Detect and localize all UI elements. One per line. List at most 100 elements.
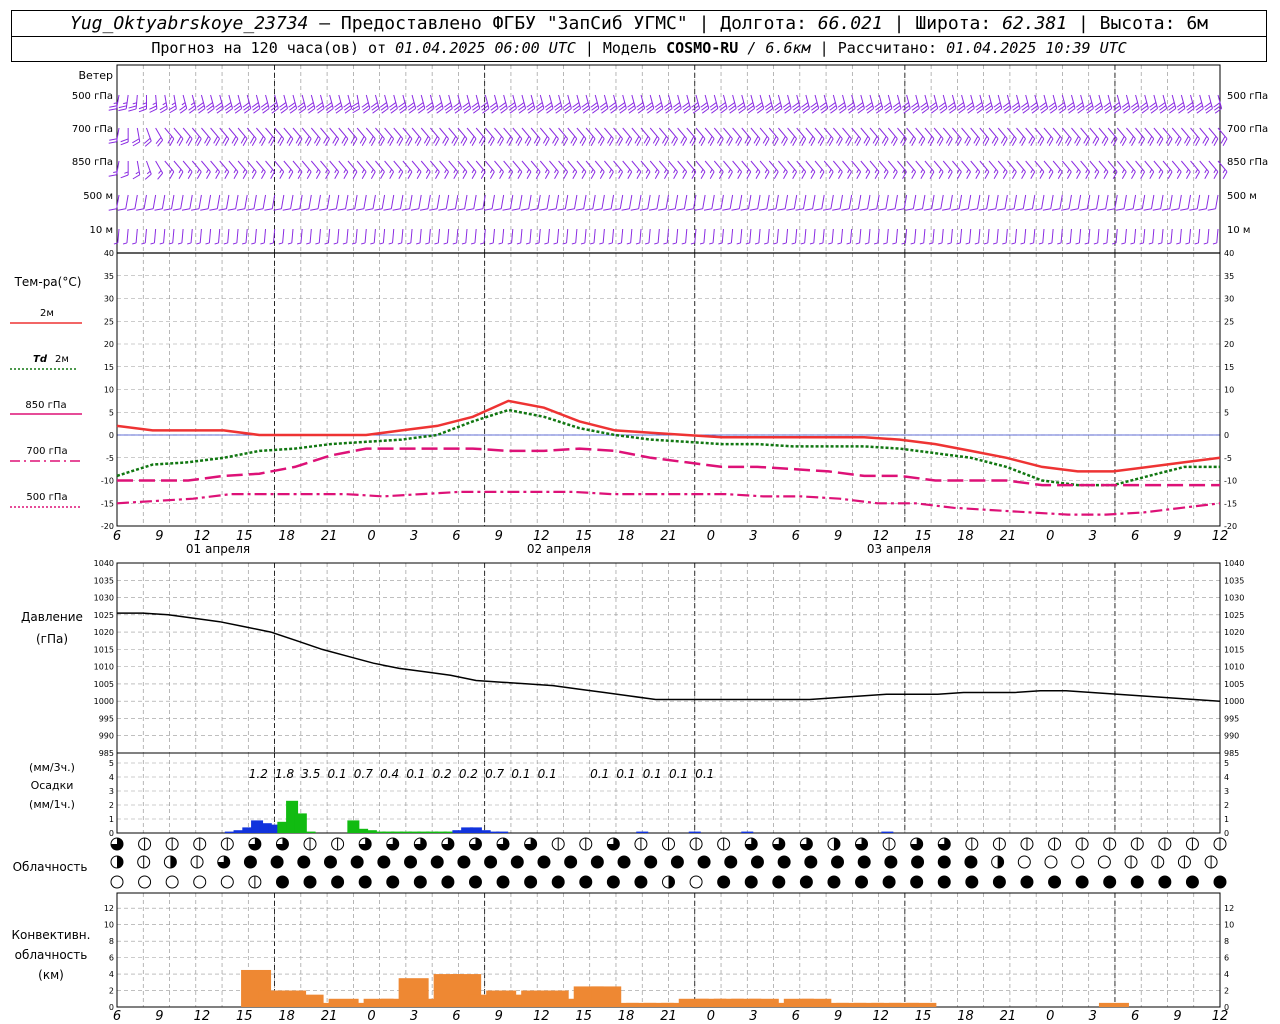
wind-barb <box>658 127 669 146</box>
wind-barb <box>911 94 920 114</box>
wind-barb <box>828 228 834 245</box>
time-tick-label: 3 <box>749 1009 757 1024</box>
wind-barb <box>869 160 880 179</box>
wind-barb <box>1208 127 1219 146</box>
wind-barb <box>255 160 266 179</box>
wind-barb <box>283 160 294 179</box>
wind-barb <box>508 94 517 114</box>
wind-barb <box>860 127 871 146</box>
wind-barb <box>346 194 358 211</box>
wind-barb <box>974 228 981 245</box>
wind-barb <box>1144 160 1155 179</box>
cloud-cover-circle <box>165 837 179 851</box>
cloud-fill-full <box>271 856 284 868</box>
wind-barb <box>1052 127 1063 146</box>
wind-barb <box>155 127 164 147</box>
wind-barb-shaft <box>685 228 688 243</box>
wind-barb-feather <box>1131 169 1134 174</box>
wind-barb-feather <box>1029 242 1034 245</box>
cloud-fill-full <box>883 876 896 888</box>
wind-barb-shaft <box>181 228 184 243</box>
wind-barb-feather <box>1134 208 1143 211</box>
wind-barb-feather <box>233 169 237 174</box>
wind-barb <box>795 194 807 211</box>
wind-barb <box>649 160 660 179</box>
wind-barb <box>484 160 495 179</box>
wind-barb-feather <box>120 141 129 146</box>
cloud-fill-full <box>884 856 897 868</box>
wind-barb-feather <box>1042 208 1051 211</box>
cloud-cover-circle <box>510 855 524 869</box>
wind-barb <box>516 228 523 245</box>
wind-barb-shaft <box>475 127 486 140</box>
cloud-circle-outline <box>1097 855 1111 869</box>
wind-barb-shaft <box>245 228 248 243</box>
wind-barb-shaft <box>594 160 605 173</box>
wind-barb <box>466 127 477 146</box>
wind-barb-feather <box>187 242 192 245</box>
wind-barb-shaft <box>1144 160 1155 173</box>
wind-barb <box>1071 127 1081 146</box>
wind-barb <box>777 194 789 211</box>
wind-barb <box>1167 228 1173 245</box>
cloud-cover-circle <box>617 855 631 869</box>
wind-barb-shaft <box>869 160 880 173</box>
wind-barb-shaft <box>604 127 614 140</box>
wind-barb-shaft <box>172 228 175 243</box>
wind-barb <box>1098 127 1109 146</box>
cloud-cover-circle <box>358 875 372 889</box>
time-tick-label: 15 <box>236 1009 253 1024</box>
wind-barb-shaft <box>474 228 477 243</box>
wind-barb-feather <box>351 242 357 245</box>
wind-barb-shaft <box>932 228 935 243</box>
wind-barb-shaft <box>668 160 678 173</box>
wind-barb-feather <box>1088 208 1097 211</box>
legend-t700: 700 гПа <box>26 446 67 457</box>
wind-barb <box>224 94 234 114</box>
wind-barb <box>1189 194 1201 211</box>
wind-barb <box>1084 228 1091 245</box>
wind-barb-feather <box>324 242 329 245</box>
wind-barb-shaft <box>503 160 514 173</box>
cloud-fill-full <box>457 856 470 868</box>
wind-barb <box>700 94 710 114</box>
precip-3h-label: 0.1 <box>328 767 347 781</box>
wind-barb <box>1194 228 1201 245</box>
wind-barb <box>301 160 312 179</box>
wind-barb <box>489 228 495 245</box>
wind-barb-shaft <box>978 228 981 243</box>
cloud-cover-circle <box>537 855 551 869</box>
wind-barb-feather <box>709 169 713 174</box>
wind-barb <box>498 94 508 114</box>
wind-barb-feather <box>380 169 383 174</box>
cloud-cover-circle <box>331 875 345 889</box>
wind-barb <box>251 94 261 114</box>
wind-barb-shaft <box>602 228 605 243</box>
wind-barb <box>113 228 120 245</box>
tick-label: 6 <box>1224 954 1229 963</box>
tick-label: 12 <box>1224 904 1234 913</box>
tick-label: 15 <box>1224 363 1234 372</box>
wind-barb-shaft <box>842 127 852 140</box>
wind-barb-shaft <box>201 127 211 140</box>
wind-barb <box>594 194 605 211</box>
cloud-fill-full <box>537 856 550 868</box>
cloud-cover-circle <box>110 855 124 869</box>
cloud-cover-circle <box>217 855 231 869</box>
legend-t2m: 2м <box>40 308 54 319</box>
wind-barb <box>1039 94 1049 114</box>
cloud-cover-circle <box>772 875 786 889</box>
wind-barb <box>416 228 422 245</box>
wind-barb-feather <box>1222 169 1226 174</box>
wind-barb-feather <box>342 242 347 245</box>
wind-barb-feather <box>361 242 366 245</box>
wind-barb-shaft <box>1171 160 1182 173</box>
wind-barb-feather <box>154 208 163 211</box>
wind-barb-shaft <box>713 127 724 140</box>
wind-barb-shaft <box>601 194 605 209</box>
wind-barb-feather <box>846 242 851 245</box>
wind-barb-feather <box>1057 169 1061 174</box>
wind-barb-feather <box>452 242 457 245</box>
wind-barb-feather <box>636 169 640 174</box>
wind-barb-feather <box>974 242 979 245</box>
